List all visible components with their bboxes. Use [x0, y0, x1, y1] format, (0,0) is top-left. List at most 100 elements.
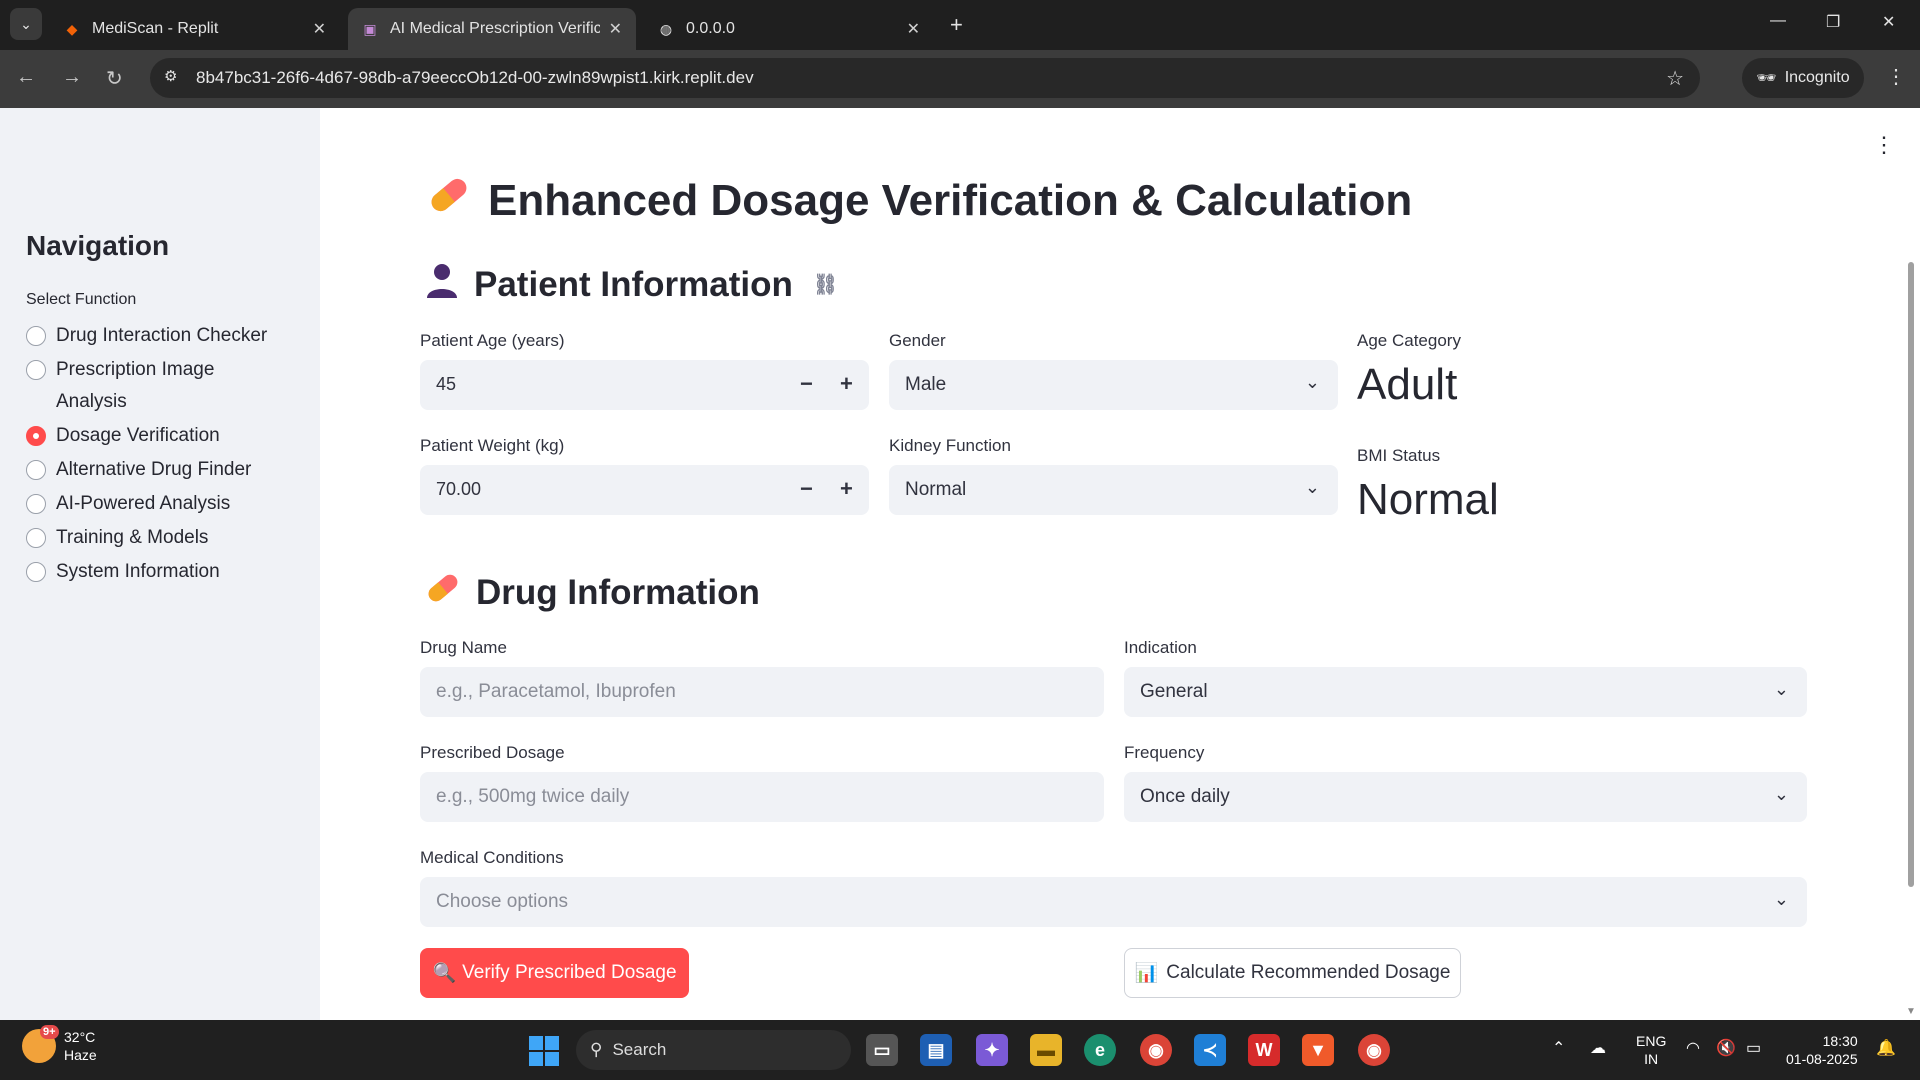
- age-value: 45: [436, 374, 457, 394]
- weather-widget[interactable]: 9+ 32°C Haze: [22, 1025, 97, 1064]
- medical-conditions-multiselect[interactable]: Choose options ⌄: [420, 877, 1807, 927]
- onedrive-icon[interactable]: ☁: [1590, 1038, 1606, 1058]
- radio-label: System Information: [56, 561, 220, 582]
- radio-training-models[interactable]: Training & Models: [26, 522, 316, 554]
- app-icon: ▣: [363, 20, 377, 37]
- replit-icon: ◆: [66, 20, 78, 37]
- tab-search-button[interactable]: ⌄: [10, 8, 42, 40]
- copilot-icon[interactable]: ✦: [976, 1034, 1008, 1066]
- brave-icon[interactable]: ▼: [1302, 1034, 1334, 1066]
- close-icon[interactable]: ✕: [313, 19, 326, 39]
- new-tab-button[interactable]: +: [950, 12, 963, 38]
- radio-alternative-drug-finder[interactable]: Alternative Drug Finder: [26, 454, 316, 486]
- kidney-function-select[interactable]: Normal ⌄: [889, 465, 1338, 515]
- gender-value: Male: [905, 374, 947, 395]
- bookmark-star-icon[interactable]: ☆: [1666, 66, 1684, 91]
- function-radio-group: Drug Interaction Checker Prescription Im…: [26, 320, 316, 596]
- age-label: Patient Age (years): [420, 331, 565, 350]
- bmi-status-value: Normal: [1357, 475, 1499, 524]
- drug-name-input[interactable]: [420, 667, 1104, 717]
- tab-localhost[interactable]: ◍ 0.0.0.0 ✕: [644, 8, 934, 50]
- close-icon[interactable]: ✕: [609, 19, 622, 39]
- chrome-icon[interactable]: ◉: [1140, 1034, 1172, 1066]
- app-menu-icon[interactable]: ⋮: [1873, 132, 1895, 158]
- radio-button[interactable]: [26, 460, 46, 480]
- verify-dosage-button[interactable]: 🔍 Verify Prescribed Dosage: [420, 948, 689, 998]
- notifications-icon[interactable]: 🔔: [1876, 1038, 1896, 1058]
- weather-temp: 32°C: [64, 1029, 96, 1045]
- radio-prescription-image-analysis[interactable]: Prescription Image Analysis: [26, 354, 316, 418]
- age-stepper[interactable]: 45 − +: [420, 360, 869, 410]
- weather-icon: 9+: [22, 1025, 59, 1063]
- prescribed-dosage-input[interactable]: [420, 772, 1104, 822]
- incognito-indicator[interactable]: 🕶 Incognito: [1742, 58, 1864, 98]
- radio-button[interactable]: [26, 360, 46, 380]
- globe-icon: ◍: [659, 20, 673, 37]
- increment-button[interactable]: +: [840, 371, 853, 397]
- radio-ai-powered-analysis[interactable]: AI-Powered Analysis: [26, 488, 316, 520]
- radio-drug-interaction-checker[interactable]: Drug Interaction Checker: [26, 320, 316, 352]
- close-window-button[interactable]: ✕: [1882, 12, 1895, 32]
- indication-label: Indication: [1124, 638, 1197, 657]
- browser-tab-bar: ⌄ ◆ MediScan - Replit ✕ ▣ AI Medical Pre…: [0, 0, 1920, 50]
- decrement-button[interactable]: −: [800, 476, 813, 502]
- language-indicator[interactable]: ENG IN: [1636, 1032, 1666, 1068]
- wifi-icon[interactable]: ◠: [1686, 1038, 1700, 1058]
- start-button[interactable]: [529, 1036, 559, 1066]
- gender-select[interactable]: Male ⌄: [889, 360, 1338, 410]
- back-button[interactable]: ←: [16, 66, 36, 89]
- reload-button[interactable]: ↻: [106, 66, 123, 91]
- url-text: 8b47bc31-26f6-4d67-98db-a79eeccOb12d-00-…: [196, 68, 754, 87]
- chevron-down-icon: ⌄: [1773, 679, 1789, 699]
- battery-icon[interactable]: ▭: [1746, 1038, 1761, 1058]
- tab-mediscan[interactable]: ◆ MediScan - Replit ✕: [50, 8, 340, 50]
- minimize-button[interactable]: —: [1770, 12, 1786, 30]
- pill-icon: [424, 569, 462, 616]
- edge-icon[interactable]: e: [1084, 1034, 1116, 1066]
- sidebar-title: Navigation: [26, 230, 170, 261]
- store-icon[interactable]: ▤: [920, 1034, 952, 1066]
- radio-dosage-verification[interactable]: Dosage Verification: [26, 420, 316, 452]
- radio-button-selected[interactable]: [26, 426, 46, 446]
- bmi-status-label: BMI Status: [1357, 446, 1441, 465]
- vscode-icon[interactable]: ≺: [1194, 1034, 1226, 1066]
- tab-ai-medical[interactable]: ▣ AI Medical Prescription Verificat ✕: [348, 8, 636, 50]
- radio-system-information[interactable]: System Information: [26, 556, 316, 588]
- weight-stepper[interactable]: 70.00 − +: [420, 465, 869, 515]
- radio-button[interactable]: [26, 528, 46, 548]
- address-bar[interactable]: ⚙ 8b47bc31-26f6-4d67-98db-a79eeccOb12d-0…: [150, 58, 1700, 98]
- radio-button[interactable]: [26, 562, 46, 582]
- increment-button[interactable]: +: [840, 476, 853, 502]
- decrement-button[interactable]: −: [800, 371, 813, 397]
- chevron-down-icon: ⌄: [20, 15, 32, 32]
- file-explorer-icon[interactable]: ▬: [1030, 1034, 1062, 1066]
- wps-icon[interactable]: W: [1248, 1034, 1280, 1066]
- chrome-profile-icon[interactable]: ◉: [1358, 1034, 1390, 1066]
- page-title-text: Enhanced Dosage Verification & Calculati…: [488, 175, 1413, 225]
- restore-button[interactable]: ❐: [1826, 12, 1840, 32]
- incognito-icon: 🕶: [1756, 70, 1777, 87]
- plus-icon: +: [950, 12, 963, 37]
- browser-menu-icon[interactable]: ⋮: [1886, 64, 1906, 89]
- scrollbar[interactable]: [1908, 262, 1914, 887]
- page-title: Enhanced Dosage Verification & Calculati…: [426, 172, 1412, 229]
- anchor-link-icon[interactable]: ⛓: [813, 272, 838, 297]
- region-code: IN: [1644, 1051, 1659, 1067]
- taskbar: 9+ 32°C Haze ⚲ Search ▭ ▤ ✦ ▬ e ◉ ≺ W ▼ …: [0, 1020, 1920, 1080]
- forward-button[interactable]: →: [62, 66, 82, 89]
- frequency-select[interactable]: Once daily ⌄: [1124, 772, 1807, 822]
- drug-section-heading: Drug Information: [424, 569, 760, 616]
- clock[interactable]: 18:30 01-08-2025: [1786, 1032, 1858, 1068]
- calculate-dosage-button[interactable]: 📊 Calculate Recommended Dosage: [1124, 948, 1461, 998]
- site-settings-icon[interactable]: ⚙: [164, 67, 177, 85]
- radio-label: Training & Models: [56, 527, 209, 548]
- scroll-down-icon[interactable]: ▼: [1906, 1006, 1916, 1017]
- chevron-up-icon[interactable]: ⌃: [1552, 1038, 1565, 1058]
- taskbar-search[interactable]: ⚲ Search: [576, 1030, 851, 1070]
- task-view-icon[interactable]: ▭: [866, 1034, 898, 1066]
- radio-button[interactable]: [26, 326, 46, 346]
- volume-muted-icon[interactable]: 🔇: [1716, 1038, 1736, 1058]
- indication-select[interactable]: General ⌄: [1124, 667, 1807, 717]
- radio-button[interactable]: [26, 494, 46, 514]
- close-icon[interactable]: ✕: [907, 19, 920, 39]
